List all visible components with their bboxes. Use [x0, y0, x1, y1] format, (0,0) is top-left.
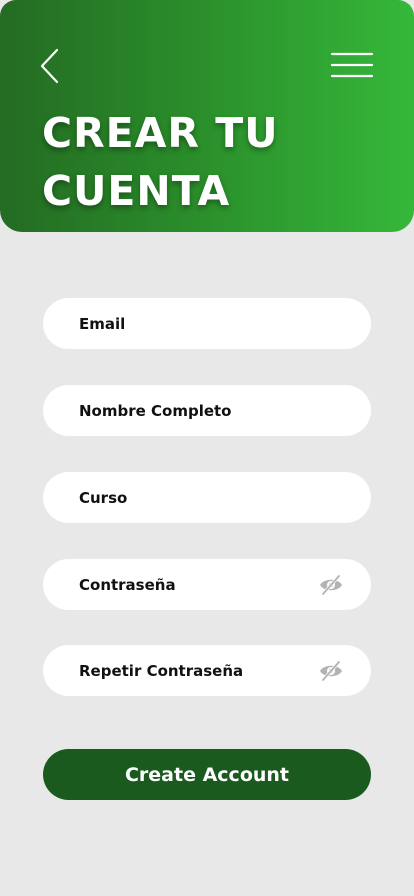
full-name-input[interactable]	[79, 401, 299, 420]
course-field[interactable]	[43, 472, 371, 523]
name-field[interactable]	[43, 385, 371, 436]
title-line-1: CREAR TU	[42, 109, 279, 157]
password-input[interactable]	[79, 575, 299, 594]
chevron-left-icon[interactable]	[36, 46, 68, 86]
hamburger-menu-icon[interactable]	[328, 50, 376, 82]
title-line-2: CUENTA	[42, 167, 231, 215]
repeat-password-input[interactable]	[79, 661, 299, 680]
email-input[interactable]	[79, 314, 299, 333]
email-field[interactable]	[43, 298, 371, 349]
eye-off-icon[interactable]	[318, 659, 344, 683]
create-account-button[interactable]: Create Account	[43, 749, 371, 800]
header: CREAR TU CUENTA	[0, 0, 414, 232]
eye-off-icon[interactable]	[318, 573, 344, 597]
page-title: CREAR TU CUENTA	[42, 104, 279, 220]
course-input[interactable]	[79, 488, 299, 507]
password-field[interactable]	[43, 559, 371, 610]
repeat-password-field[interactable]	[43, 645, 371, 696]
